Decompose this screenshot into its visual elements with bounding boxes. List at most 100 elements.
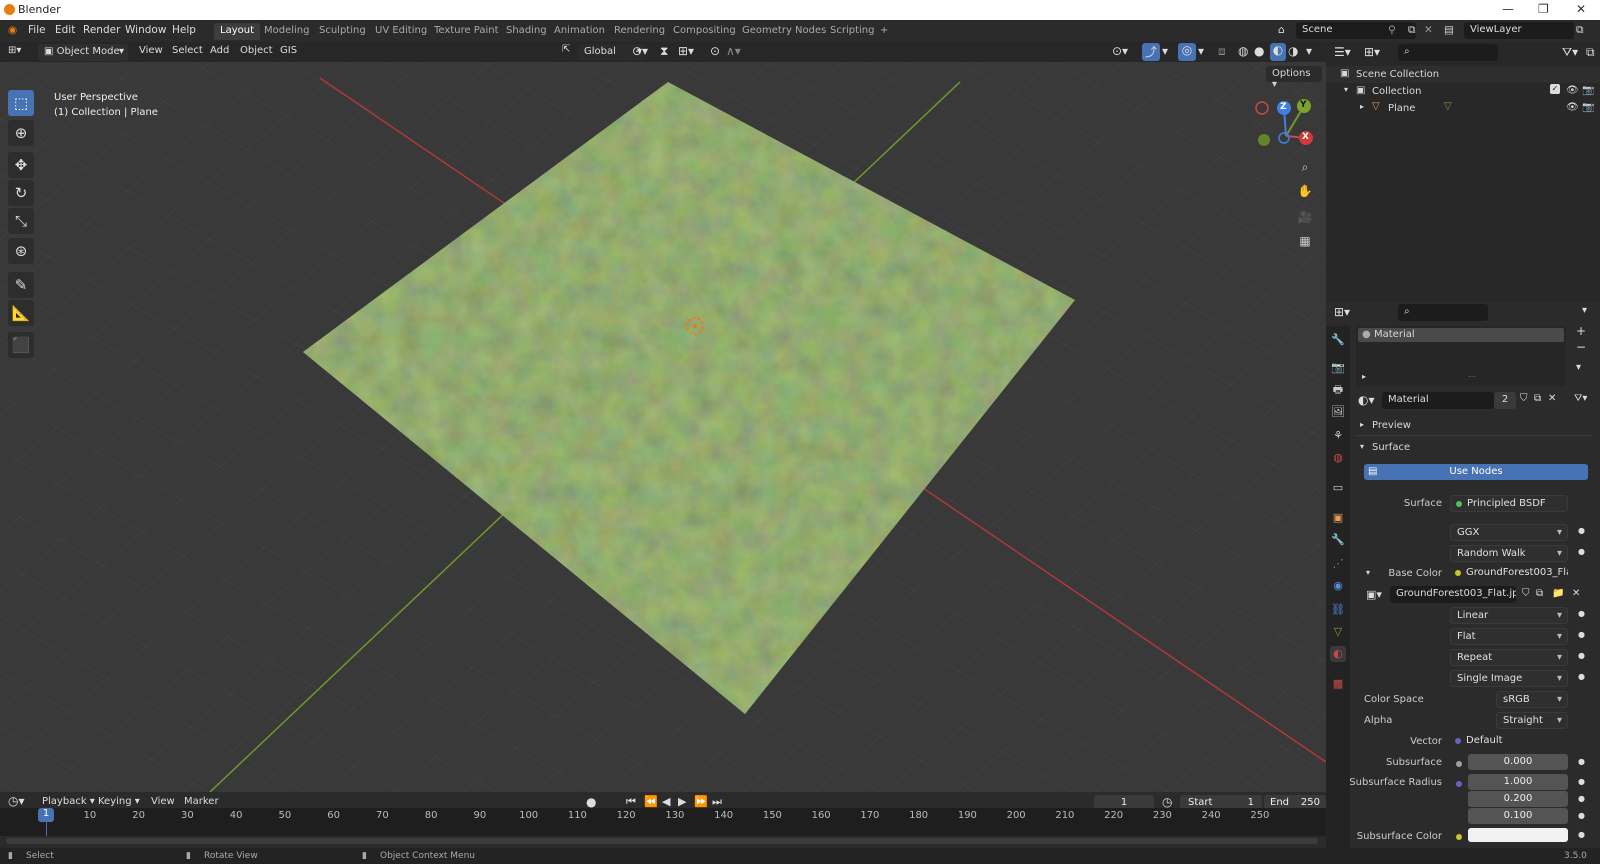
particles-tab-icon[interactable]: ⋰ [1330, 556, 1346, 572]
gizmo-toggle-icon[interactable]: ⤴ [1142, 43, 1160, 61]
scene-selector[interactable]: Scene [1296, 22, 1416, 39]
projection-dropdown[interactable]: Flat ▾ [1450, 628, 1568, 645]
modifiers-tab-icon[interactable]: 🔧 [1330, 532, 1346, 548]
exclude-checkbox[interactable]: ✓ [1550, 84, 1560, 94]
image-source-dropdown[interactable]: Single Image ▾ [1450, 670, 1568, 687]
subsurface-method-dropdown[interactable]: Random Walk ▾ [1450, 545, 1568, 562]
material-preview-shading-icon[interactable]: ◐ [1270, 43, 1286, 61]
collection-tab-icon[interactable]: ▭ [1330, 480, 1346, 496]
jump-end-icon[interactable]: ⏭ [712, 795, 722, 809]
rendered-shading-icon[interactable]: ◑ [1288, 44, 1298, 58]
material-name-field[interactable]: Material [1382, 392, 1494, 409]
overlays-options-icon[interactable]: ▾ [1198, 44, 1204, 58]
base-color-link[interactable]: GroundForest003_Flat... [1450, 565, 1568, 582]
select-box-icon[interactable]: ⬚ [8, 90, 34, 116]
pivot-point-icon[interactable]: ⊙▾ [632, 44, 648, 58]
transform-icon[interactable]: ⊛ [8, 238, 34, 264]
properties-options-icon[interactable]: ▾ [1582, 305, 1587, 316]
outliner-row-collection[interactable]: ▾ ▣ Collection ✓ 👁 📷 [1326, 83, 1600, 100]
new-collection-icon[interactable]: ⧉ [1586, 45, 1595, 60]
material-filter-icon[interactable]: ⛛▾ [1574, 393, 1587, 404]
view-layer-tab-icon[interactable]: 🖼 [1330, 404, 1346, 420]
camera-render-icon[interactable]: 📷 [1582, 85, 1594, 96]
expand-arrow-icon[interactable]: ▾ [1344, 85, 1348, 94]
camera-render-icon[interactable]: 📷 [1582, 102, 1594, 113]
gizmo-options-icon[interactable]: ▾ [1162, 44, 1168, 58]
menu-help[interactable]: Help [172, 24, 196, 36]
material-slot-list[interactable]: ● Material ▸ ⋯ [1356, 326, 1566, 386]
material-slot-row[interactable]: ● Material [1358, 328, 1564, 342]
keyframe-dot-icon[interactable]: ● [1578, 830, 1585, 839]
tab-animation[interactable]: Animation [548, 23, 611, 40]
menu-object[interactable]: Object [240, 45, 273, 56]
new-scene-icon[interactable]: ⧉ [1408, 24, 1416, 37]
filter-icon[interactable]: ⛛▾ [1562, 45, 1578, 60]
keyframe-dot-icon[interactable]: ● [1578, 547, 1585, 556]
pan-hand-icon[interactable]: ✋ [1296, 182, 1314, 200]
vector-input[interactable]: Default [1450, 733, 1568, 750]
tab-scripting[interactable]: Scripting [824, 23, 880, 40]
snap-icon[interactable]: ⧗ [660, 44, 668, 59]
color-space-dropdown[interactable]: sRGB ▾ [1496, 691, 1568, 708]
menu-window[interactable]: Window [125, 24, 166, 36]
add-workspace-button[interactable]: + [874, 23, 894, 40]
zoom-icon[interactable]: ⌕ [1296, 158, 1314, 176]
tab-shading[interactable]: Shading [500, 23, 553, 40]
subsurface-color-swatch[interactable] [1468, 828, 1568, 842]
properties-search-input[interactable]: ⌕ [1398, 304, 1488, 321]
image-browse-icon[interactable]: ▣▾ [1366, 588, 1382, 601]
next-keyframe-icon[interactable]: ⏩ [694, 795, 708, 808]
tab-geometry-nodes[interactable]: Geometry Nodes [736, 23, 832, 40]
texture-tab-icon[interactable]: ▩ [1330, 676, 1346, 692]
material-browse-icon[interactable]: ◐▾ [1358, 393, 1375, 407]
playhead[interactable]: 1 [38, 808, 54, 822]
camera-view-icon[interactable]: 🎥 [1296, 208, 1314, 226]
preview-range-icon[interactable]: ◷ [1162, 795, 1172, 809]
keying-menu[interactable]: Keying ▾ [98, 796, 140, 807]
float-socket-icon[interactable] [1456, 761, 1462, 767]
duplicate-material-icon[interactable]: ⧉ [1534, 393, 1541, 404]
delete-scene-icon[interactable]: ✕ [1424, 24, 1433, 36]
playback-menu[interactable]: Playback ▾ [42, 796, 95, 807]
overlays-toggle-icon[interactable]: ◎ [1178, 43, 1196, 61]
scene-tab-icon[interactable]: ⚘ [1330, 428, 1346, 444]
eye-icon[interactable]: 👁 [1566, 102, 1579, 113]
play-reverse-icon[interactable]: ◀ [662, 795, 670, 808]
timeline-scrollbar[interactable] [6, 838, 1318, 844]
close-icon[interactable]: ✕ [1576, 2, 1586, 16]
keyframe-dot-icon[interactable]: ● [1578, 757, 1585, 766]
mode-selector[interactable]: ▣ Object Mode ▾ [38, 44, 128, 61]
outliner-editor-icon[interactable]: ☰▾ [1334, 45, 1351, 59]
object-tab-icon[interactable]: ▣ [1330, 510, 1346, 526]
xray-icon[interactable]: ⧈ [1218, 44, 1226, 59]
subsurface-radius-y[interactable]: 0.200 [1468, 791, 1568, 807]
unlink-image-icon[interactable]: ✕ [1572, 588, 1580, 599]
snap-target-icon[interactable]: ⊞▾ [678, 44, 694, 58]
interpolation-dropdown[interactable]: Linear ▾ [1450, 607, 1568, 624]
distribution-dropdown[interactable]: GGX ▾ [1450, 524, 1568, 541]
timeline-editor-icon[interactable]: ◷▾ [8, 794, 25, 808]
surface-shader-selector[interactable]: Principled BSDF [1450, 495, 1568, 512]
outliner-row-plane[interactable]: ▸ ▽ Plane ▽ 👁 📷 [1326, 100, 1600, 117]
measure-icon[interactable]: 📐 [8, 300, 34, 326]
view-layer-selector[interactable]: ViewLayer [1464, 22, 1574, 39]
alpha-mode-dropdown[interactable]: Straight ▾ [1496, 712, 1568, 729]
timeline-view-menu[interactable]: View [151, 796, 175, 807]
blender-menu-icon[interactable]: ◉ [8, 24, 17, 36]
keyframe-dot-icon[interactable]: ● [1578, 811, 1585, 820]
new-view-layer-icon[interactable]: ⧉ [1576, 24, 1584, 37]
outliner-row-scene-collection[interactable]: ▣ Scene Collection [1326, 66, 1600, 83]
outliner-search-input[interactable]: ⌕ [1398, 44, 1498, 61]
eye-icon[interactable]: 👁 [1566, 85, 1579, 96]
jump-start-icon[interactable]: ⏮ [626, 795, 636, 809]
properties-editor-icon[interactable]: ⊞▾ [1334, 305, 1350, 319]
data-tab-icon[interactable]: ▽ [1330, 624, 1346, 640]
menu-select[interactable]: Select [172, 45, 203, 56]
image-name-field[interactable]: GroundForest003_Flat.jpg [1390, 586, 1516, 603]
3d-viewport[interactable]: X Y Z User Perspective (1) Collection | … [0, 62, 1326, 792]
keyframe-dot-icon[interactable]: ● [1578, 651, 1585, 660]
tab-compositing[interactable]: Compositing [667, 23, 742, 40]
options-dropdown[interactable]: Options ▾ [1266, 66, 1322, 90]
display-mode-icon[interactable]: ⊞▾ [1364, 45, 1380, 59]
vector-socket-icon[interactable] [1456, 781, 1462, 787]
